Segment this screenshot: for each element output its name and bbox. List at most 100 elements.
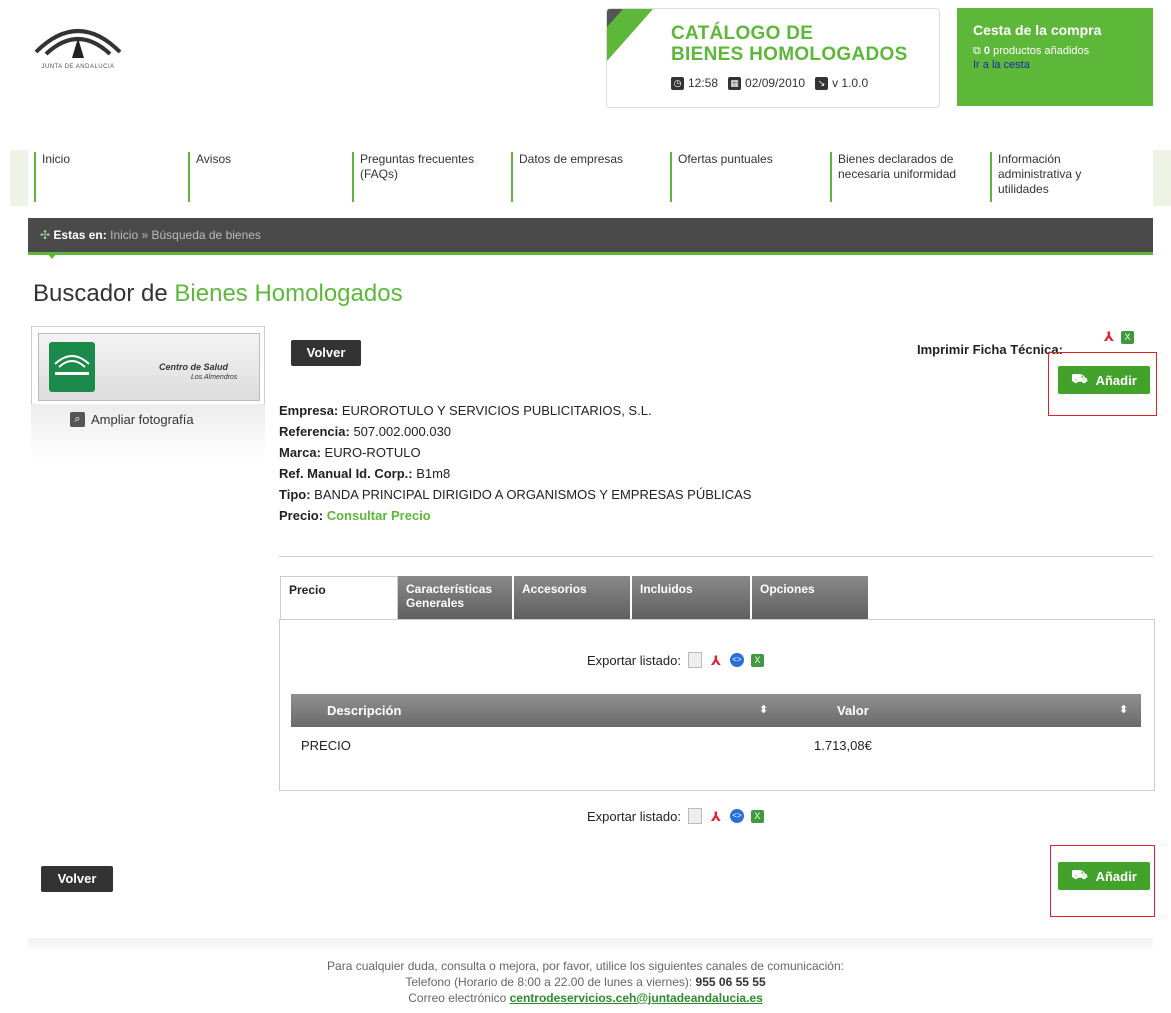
tab-opciones[interactable]: Opciones	[752, 576, 868, 620]
clock-icon: ◷	[671, 76, 684, 90]
ref-manual-row: Ref. Manual Id. Corp.: B1m8	[279, 463, 751, 484]
xml-icon[interactable]: <>	[729, 653, 744, 667]
back-button-bottom[interactable]: Volver	[41, 866, 113, 892]
product-photo-image: Centro de Salud Los Almendros	[38, 333, 260, 401]
table-header: Descripción ⬍ Valor ⬍	[291, 694, 1141, 727]
nav-item-informacion[interactable]: Información administrativa y utilidades	[990, 152, 1118, 202]
cart-count-suffix: productos añadidos	[990, 45, 1090, 57]
nav-item-inicio[interactable]: Inicio	[34, 152, 182, 202]
cart-icon: ⧉	[973, 45, 981, 57]
enlarge-photo-link[interactable]: ⌕ Ampliar fotografía	[70, 412, 194, 427]
tab-precio[interactable]: Precio	[280, 576, 398, 620]
product-photo[interactable]: Centro de Salud Los Almendros	[31, 326, 265, 406]
footer-line2: Telefono (Horario de 8:00 a 22.00 de lun…	[0, 974, 1171, 990]
breadcrumb-home[interactable]: Inicio	[110, 228, 138, 242]
column-header-descripcion[interactable]: Descripción	[327, 703, 401, 718]
precio-label: Precio:	[279, 508, 324, 523]
breadcrumb-pointer	[46, 252, 58, 259]
ref-manual-label: Ref. Manual Id. Corp.:	[279, 466, 413, 481]
nav-item-faqs[interactable]: Preguntas frecuentes (FAQs)	[352, 152, 508, 202]
catalog-title: CATÁLOGO DE BIENES HOMOLOGADOS	[671, 23, 908, 65]
page-title-highlight: Bienes Homologados	[174, 280, 403, 307]
footer-line1: Para cualquier duda, consulta o mejora, …	[327, 959, 844, 973]
photo-sign-text: Centro de Salud	[159, 362, 229, 372]
section-divider	[279, 556, 1153, 557]
add-to-cart-button-bottom[interactable]: ⛟ Añadir	[1058, 862, 1150, 890]
tab-caracteristicas[interactable]: Características Generales	[398, 576, 512, 620]
export-list-bottom: Exportar listado: ⅄ <> X	[587, 808, 764, 824]
photo-logo	[49, 342, 95, 392]
enlarge-photo-label: Ampliar fotografía	[91, 412, 194, 427]
ref-manual-value: B1m8	[416, 466, 451, 481]
marca-value: EURO-ROTULO	[324, 445, 421, 460]
empresa-value: EUROROTULO Y SERVICIOS PUBLICITARIOS, S.…	[341, 403, 652, 418]
table-cell-valor: 1.713,08€	[814, 738, 872, 753]
referencia-value: 507.002.000.030	[353, 424, 452, 439]
excel-icon[interactable]: X	[1121, 331, 1134, 344]
breadcrumb-current: Búsqueda de bienes	[151, 228, 261, 242]
footer-email-link[interactable]: centrodeservicios.ceh@juntadeandalucia.e…	[510, 991, 763, 1005]
footer-email-label: Correo electrónico	[408, 991, 510, 1005]
catalog-title-line2: BIENES HOMOLOGADOS	[671, 44, 908, 65]
breadcrumb-separator: »	[141, 228, 149, 242]
print-technical-sheet-label: Imprimir Ficha Técnica:	[917, 342, 1063, 357]
tipo-value: BANDA PRINCIPAL DIRIGIDO A ORGANISMOS Y …	[314, 487, 752, 502]
nav-edge-right	[1153, 150, 1171, 206]
page-title: Buscador de Bienes Homologados	[33, 280, 403, 308]
breadcrumb-prefix: Estas en:	[53, 228, 107, 242]
empresa-row: Empresa: EUROROTULO Y SERVICIOS PUBLICIT…	[279, 400, 751, 421]
excel-icon[interactable]: X	[750, 809, 764, 823]
catalog-meta: ◷ 12:58 ▦ 02/09/2010 ↘ v 1.0.0	[671, 76, 868, 90]
version-icon: ↘	[815, 76, 829, 90]
column-header-valor[interactable]: Valor	[837, 703, 869, 718]
footer-phone: 955 06 55 55	[695, 975, 766, 989]
nav-item-bienes-uniformidad[interactable]: Bienes declarados de necesaria uniformid…	[830, 152, 990, 202]
app-version: v 1.0.0	[832, 76, 869, 90]
add-to-cart-button-top[interactable]: ⛟ Añadir	[1058, 366, 1150, 394]
pdf-icon[interactable]: ⅄	[709, 809, 723, 824]
nav-edge-left	[10, 150, 28, 206]
excel-icon[interactable]: X	[750, 653, 764, 667]
document-icon[interactable]	[687, 652, 702, 668]
go-to-cart-link[interactable]: Ir a la cesta	[973, 59, 1030, 71]
calendar-icon: ▦	[728, 76, 742, 90]
sort-icon[interactable]: ⬍	[1119, 703, 1128, 716]
crosshair-icon: ✣	[40, 228, 51, 242]
pdf-icon[interactable]: ⅄	[1102, 329, 1116, 344]
referencia-label: Referencia:	[279, 424, 350, 439]
catalog-title-line1: CATÁLOGO DE	[671, 23, 814, 44]
tab-accesorios[interactable]: Accesorios	[514, 576, 630, 620]
junta-arch-icon	[34, 29, 122, 58]
document-icon[interactable]	[687, 808, 702, 824]
nav-item-ofertas[interactable]: Ofertas puntuales	[670, 152, 818, 202]
footer-line3: Correo electrónico centrodeservicios.ceh…	[0, 990, 1171, 1006]
nav-item-avisos[interactable]: Avisos	[188, 152, 336, 202]
catalog-header: CATÁLOGO DE BIENES HOMOLOGADOS ◷ 12:58 ▦…	[606, 8, 940, 108]
footer: Para cualquier duda, consulta o mejora, …	[0, 958, 1171, 1006]
consultar-precio-link[interactable]: Consultar Precio	[327, 508, 431, 523]
add-button-label: Añadir	[1095, 372, 1137, 388]
empresa-label: Empresa:	[279, 403, 339, 418]
pdf-icon[interactable]: ⅄	[709, 653, 723, 668]
current-time: 12:58	[688, 76, 719, 90]
export-label: Exportar listado:	[587, 808, 681, 824]
marca-label: Marca:	[279, 445, 321, 460]
magnifier-icon: ⌕	[70, 412, 85, 427]
back-button-top[interactable]: Volver	[291, 340, 361, 366]
footer-phone-label: Telefono (Horario de 8:00 a 22.00 de lun…	[405, 975, 696, 989]
page-title-prefix: Buscador de	[33, 280, 175, 307]
nav-item-datos-empresas[interactable]: Datos de empresas	[511, 152, 657, 202]
tab-incluidos[interactable]: Incluidos	[632, 576, 750, 620]
cart-count-line: ⧉ 0 productos añadidos	[973, 45, 1089, 58]
cart-small-icon: ⛟	[1071, 867, 1088, 882]
export-label: Exportar listado:	[587, 652, 681, 668]
precio-row: Precio: Consultar Precio	[279, 505, 751, 526]
xml-icon[interactable]: <>	[729, 809, 744, 823]
tipo-label: Tipo:	[279, 487, 311, 502]
cart-title: Cesta de la compra	[973, 22, 1102, 38]
add-button-label: Añadir	[1095, 868, 1137, 884]
sort-icon[interactable]: ⬍	[759, 703, 768, 716]
junta-logo[interactable]: JUNTA DE ANDALUCIA	[28, 14, 128, 72]
photo-sign-subtext: Los Almendros	[191, 374, 238, 381]
export-list-top: Exportar listado: ⅄ <> X	[587, 652, 764, 668]
